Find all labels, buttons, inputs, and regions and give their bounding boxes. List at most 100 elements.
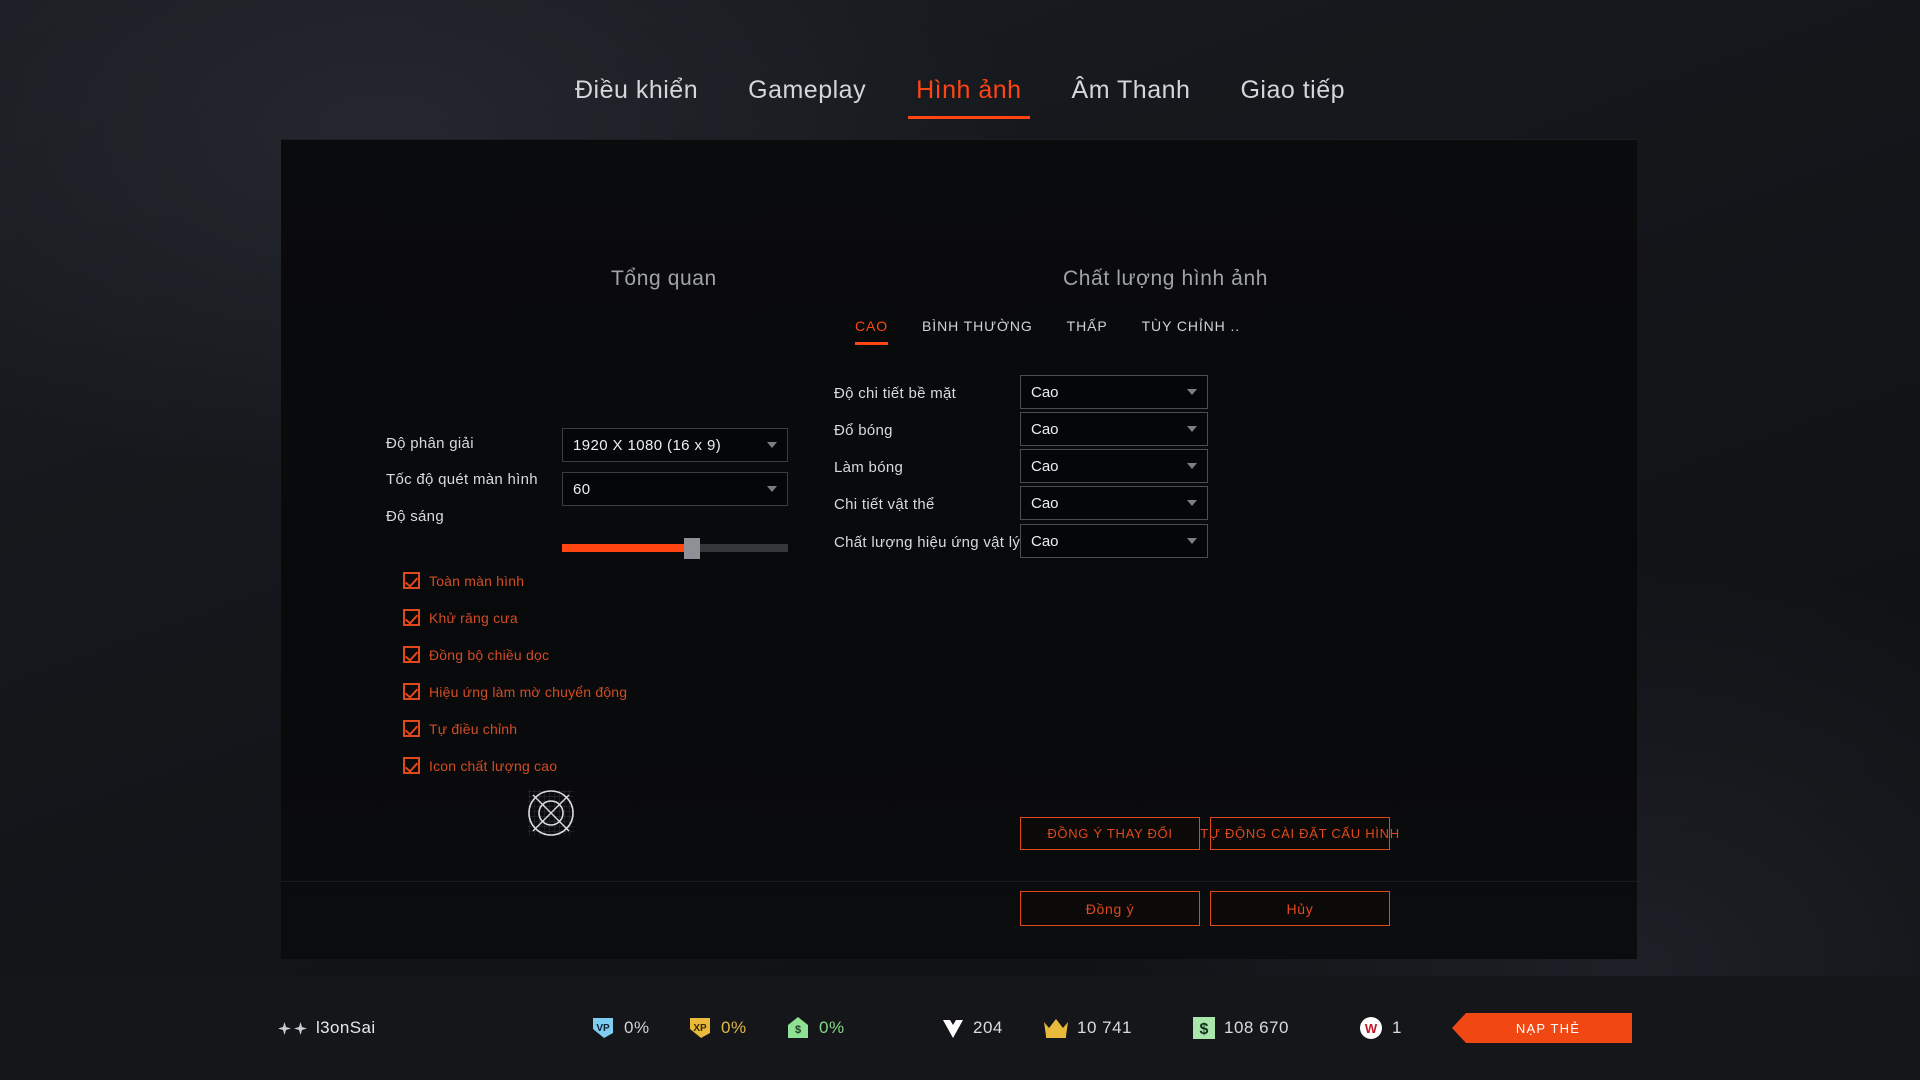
stat-vp-value: 0% <box>624 1018 650 1037</box>
quality-section-title: Chất lượng hình ảnh <box>1063 267 1269 290</box>
quality-label-vat-the: Chi tiết vật thể <box>834 496 935 513</box>
tab-hinh-anh[interactable]: Hình ảnh <box>908 76 1031 119</box>
overview-section-title: Tổng quan <box>611 267 717 290</box>
resolution-value: 1920 X 1080 (16 x 9) <box>573 436 722 454</box>
stat-crown[interactable]: 10 741 <box>1043 1017 1132 1039</box>
checkbox-label: Đồng bộ chiều dọc <box>429 646 550 663</box>
topup-button[interactable]: NẠP THẺ <box>1452 1013 1632 1043</box>
checkbox-label: Hiệu ứng làm mờ chuyển động <box>429 683 628 700</box>
tab-gameplay[interactable]: Gameplay <box>740 76 874 119</box>
quality-preset-tabs: CAO BÌNH THƯỜNG THẤP TÙY CHỈNH .. <box>855 318 1240 345</box>
brightness-slider-fill <box>562 544 691 552</box>
rank-diamond-icon <box>294 1021 307 1035</box>
stat-vp[interactable]: VP 0% <box>590 1015 650 1041</box>
stat-w-value: 1 <box>1392 1018 1402 1037</box>
w-circle-icon: W <box>1360 1017 1382 1039</box>
chevron-down-icon <box>1187 463 1197 469</box>
checkbox-label: Khử răng cưa <box>429 609 518 626</box>
quality-select-lam-bong[interactable]: Cao <box>1020 449 1208 483</box>
quality-select-vat-the[interactable]: Cao <box>1020 486 1208 520</box>
stat-money[interactable]: $ 0% <box>785 1015 845 1041</box>
quality-label-lam-bong: Làm bóng <box>834 459 904 476</box>
player-info[interactable]: l3onSai <box>278 1018 376 1038</box>
cancel-button[interactable]: Hủy <box>1210 891 1390 926</box>
chevron-down-icon <box>767 442 777 448</box>
checkbox-icon <box>403 683 420 700</box>
quality-label-do-bong: Đổ bóng <box>834 422 893 439</box>
gem-icon <box>943 1020 963 1038</box>
brightness-slider-handle[interactable] <box>684 538 701 559</box>
resolution-label: Độ phân giải <box>386 435 474 452</box>
quality-label-be-mat: Độ chi tiết bề mặt <box>834 385 957 402</box>
refresh-rate-value: 60 <box>573 480 591 498</box>
stat-crown-value: 10 741 <box>1077 1018 1132 1037</box>
quality-preset-tuy-chinh[interactable]: TÙY CHỈNH .. <box>1142 318 1240 345</box>
quality-value: Cao <box>1031 532 1059 550</box>
crosshair-reticle-icon <box>528 790 574 836</box>
quality-value: Cao <box>1031 494 1059 512</box>
checkbox-icon <box>403 572 420 589</box>
stat-w[interactable]: W 1 <box>1358 1015 1402 1041</box>
refresh-rate-select[interactable]: 60 <box>562 472 788 506</box>
chevron-down-icon <box>1187 538 1197 544</box>
brightness-label: Độ sáng <box>386 508 444 525</box>
apply-changes-button[interactable]: ĐỒNG Ý THAY ĐỔI <box>1020 817 1200 850</box>
quality-select-do-bong[interactable]: Cao <box>1020 412 1208 446</box>
chevron-down-icon <box>1187 426 1197 432</box>
stat-dollar-value: 108 670 <box>1224 1018 1289 1037</box>
checkbox-icon <box>403 646 420 663</box>
money-badge-icon: $ <box>788 1017 808 1038</box>
quality-value: Cao <box>1031 457 1059 475</box>
refresh-rate-label: Tốc độ quét màn hình <box>386 471 538 488</box>
xp-badge-icon: XP <box>690 1018 710 1038</box>
svg-text:XP: XP <box>693 1023 707 1034</box>
main-tab-bar: Điều khiển Gameplay Hình ảnh Âm Thanh Gi… <box>0 76 1920 119</box>
rank-badge-icons <box>278 1021 307 1035</box>
checkbox-tu-dieu-chinh[interactable]: Tự điều chỉnh <box>403 720 517 737</box>
checkbox-icon <box>403 609 420 626</box>
checkbox-toan-man-hinh[interactable]: Toàn màn hình <box>403 572 524 589</box>
brightness-slider[interactable] <box>562 538 788 559</box>
stat-gem-value: 204 <box>973 1018 1003 1037</box>
vp-badge-icon: VP <box>593 1018 613 1038</box>
checkbox-label: Icon chất lượng cao <box>429 757 558 774</box>
chevron-down-icon <box>1187 389 1197 395</box>
chevron-down-icon <box>767 486 777 492</box>
svg-text:$: $ <box>1200 1021 1209 1038</box>
rank-diamond-icon <box>278 1021 291 1035</box>
chevron-down-icon <box>1187 500 1197 506</box>
checkbox-hieu-ung-lam-mo[interactable]: Hiệu ứng làm mờ chuyển động <box>403 683 627 700</box>
checkbox-icon-chat-luong-cao[interactable]: Icon chất lượng cao <box>403 757 557 774</box>
quality-value: Cao <box>1031 383 1059 401</box>
svg-text:VP: VP <box>596 1023 610 1034</box>
quality-value: Cao <box>1031 420 1059 438</box>
stat-dollar[interactable]: $ 108 670 <box>1192 1016 1289 1040</box>
resolution-select[interactable]: 1920 X 1080 (16 x 9) <box>562 428 788 462</box>
stat-money-value: 0% <box>819 1018 845 1037</box>
quality-preset-cao[interactable]: CAO <box>855 318 889 345</box>
quality-select-vat-ly[interactable]: Cao <box>1020 524 1208 558</box>
settings-panel: Tổng quan Độ phân giải 1920 X 1080 (16 x… <box>281 139 1637 959</box>
dollar-icon: $ <box>1193 1017 1215 1039</box>
checkbox-label: Toàn màn hình <box>429 572 525 589</box>
quality-preset-binh-thuong[interactable]: BÌNH THƯỜNG <box>922 318 1033 345</box>
quality-preset-thap[interactable]: THẤP <box>1067 318 1108 345</box>
confirm-button[interactable]: Đồng ý <box>1020 891 1200 926</box>
checkbox-icon <box>403 720 420 737</box>
auto-config-button[interactable]: TỰ ĐỘNG CÀI ĐẶT CẤU HÌNH <box>1200 817 1399 850</box>
crown-icon <box>1044 1019 1068 1038</box>
tab-dieu-khien[interactable]: Điều khiển <box>567 76 706 119</box>
tab-giao-tiep[interactable]: Giao tiếp <box>1232 76 1353 119</box>
svg-text:$: $ <box>795 1024 801 1036</box>
stat-xp[interactable]: XP 0% <box>687 1015 747 1041</box>
checkbox-dong-bo-chieu-doc[interactable]: Đồng bộ chiều dọc <box>403 646 549 663</box>
quality-label-vat-ly: Chất lượng hiệu ứng vật lý <box>834 534 1021 551</box>
tab-am-thanh[interactable]: Âm Thanh <box>1064 76 1199 119</box>
stat-gem[interactable]: 204 <box>941 1016 1003 1040</box>
checkbox-khu-rang-cua[interactable]: Khử răng cưa <box>403 609 518 626</box>
checkbox-icon <box>403 757 420 774</box>
quality-select-be-mat[interactable]: Cao <box>1020 375 1208 409</box>
status-bar: l3onSai VP 0% XP 0% $ 0% 204 10 741 $ 10… <box>0 976 1920 1080</box>
checkbox-label: Tự điều chỉnh <box>429 720 518 737</box>
stat-xp-value: 0% <box>721 1018 747 1037</box>
